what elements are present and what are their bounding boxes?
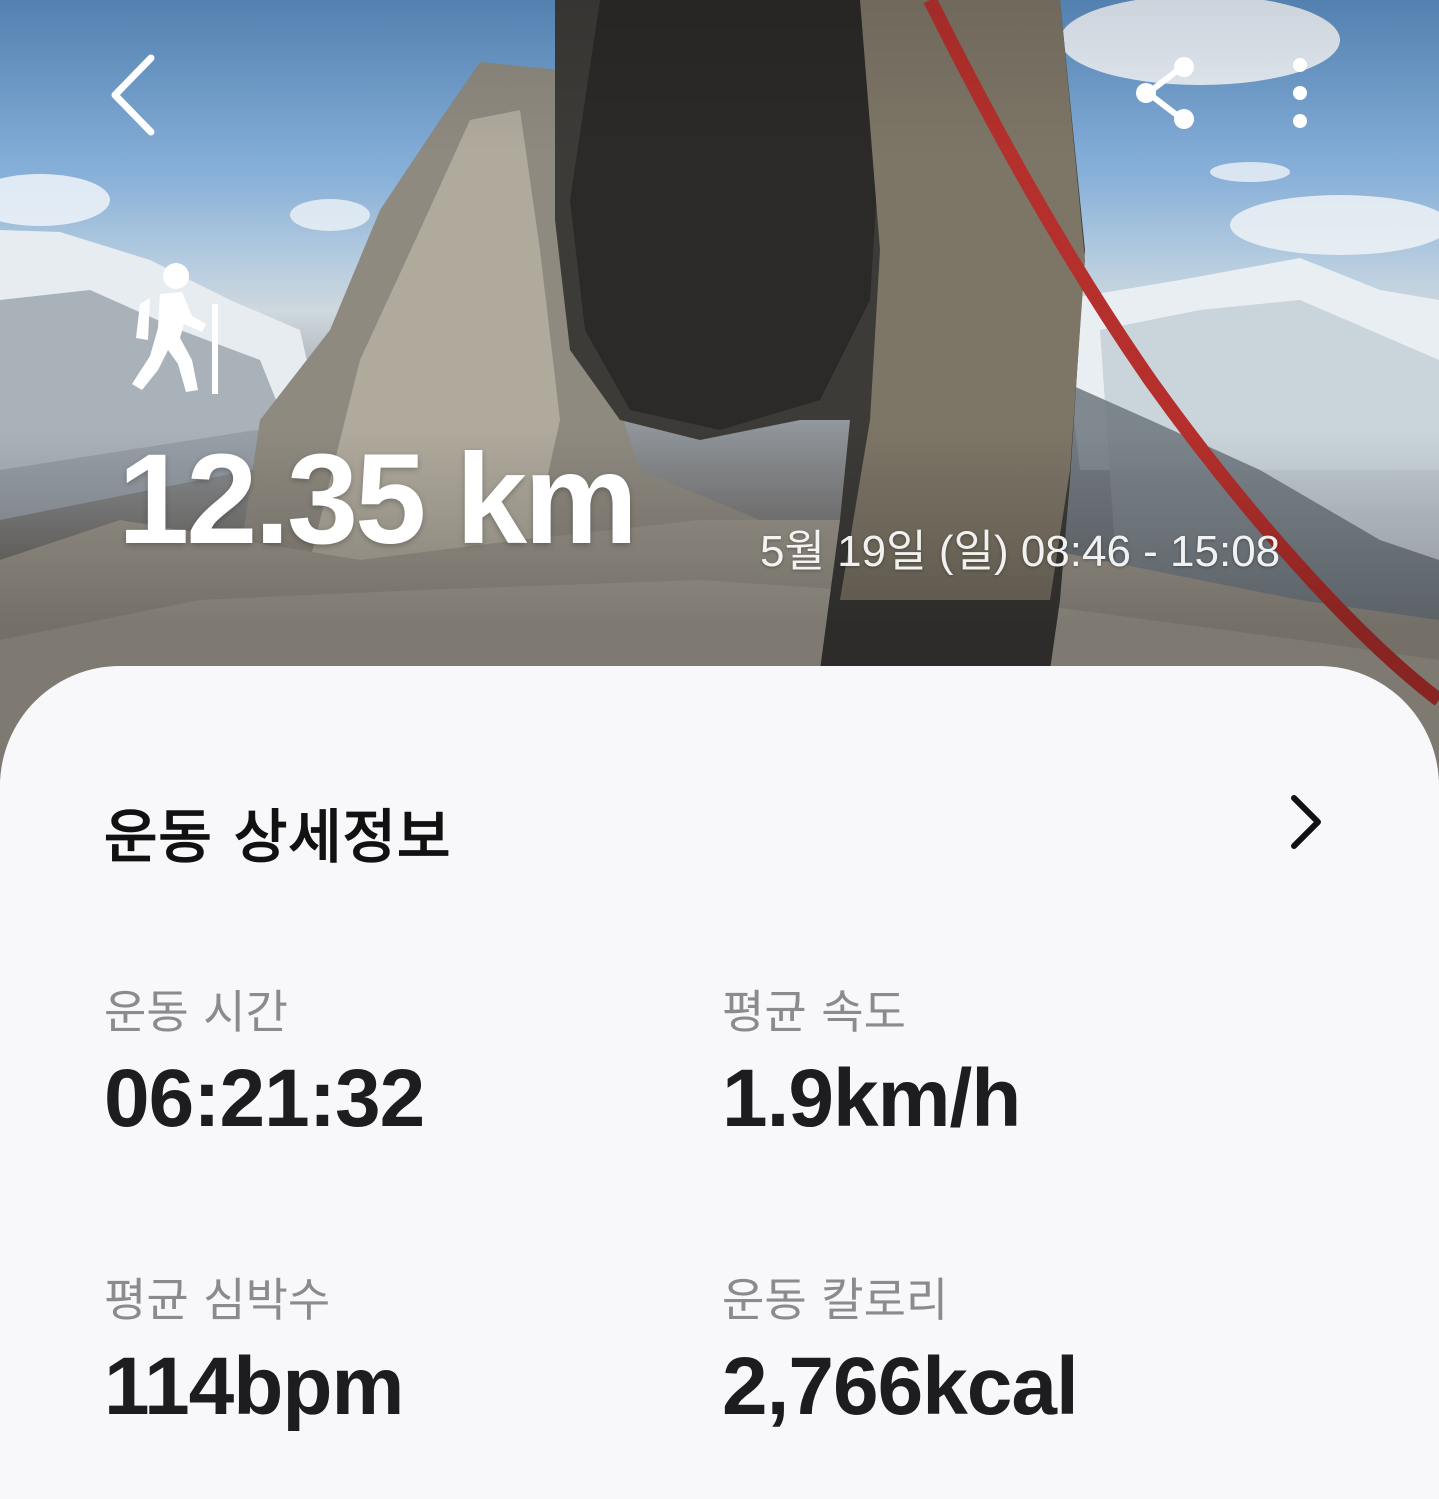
stat-label: 운동 시간 [104, 985, 288, 1039]
more-options-button[interactable] [1260, 48, 1340, 138]
stat-label: 평균 심박수 [104, 1273, 331, 1327]
stat-value: 114bpm [104, 1341, 404, 1433]
share-button[interactable] [1120, 48, 1210, 138]
hero-photo: 12.35 km 5월 19일 (일) 08:46 - 15:08 [0, 0, 1439, 780]
stat-value: 2,766kcal [722, 1341, 1079, 1433]
workout-detail-screen: 12.35 km 5월 19일 (일) 08:46 - 15:08 운동 상세정… [0, 0, 1439, 1499]
workout-details-link[interactable]: 운동 상세정보 [0, 760, 1439, 890]
stat-workout-time: 운동 시간 06:21:32 [104, 985, 664, 1144]
more-vertical-icon [1293, 58, 1307, 128]
workout-distance: 12.35 km [118, 428, 638, 571]
card-title: 운동 상세정보 [104, 803, 452, 871]
hiking-icon [132, 263, 218, 394]
stat-label: 운동 칼로리 [722, 1273, 949, 1327]
stat-value: 06:21:32 [104, 1053, 425, 1145]
chevron-right-icon [1291, 795, 1321, 849]
back-arrow-icon [111, 54, 155, 136]
workout-datetime: 5월 19일 (일) 08:46 - 15:08 [760, 527, 1281, 576]
back-button[interactable] [88, 40, 178, 150]
stat-average-heart-rate: 평균 심박수 114bpm [104, 1273, 664, 1432]
stat-average-speed: 평균 속도 1.9km/h [722, 985, 1282, 1144]
stat-label: 평균 속도 [722, 985, 906, 1039]
stat-calories: 운동 칼로리 2,766kcal [722, 1273, 1282, 1432]
share-icon [1136, 57, 1194, 129]
stat-value: 1.9km/h [722, 1053, 1021, 1145]
